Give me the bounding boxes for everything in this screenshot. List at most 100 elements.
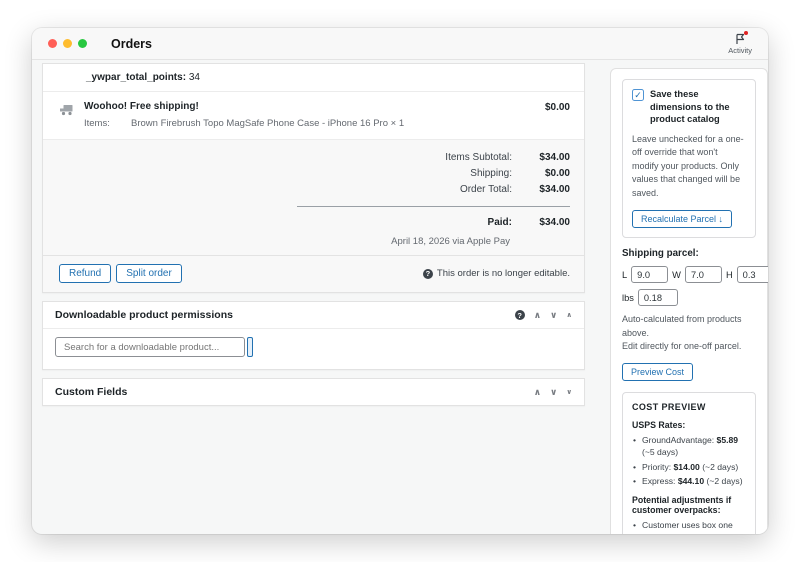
length-label: L [622, 269, 628, 280]
total-row-paid: Paid: $34.00 [57, 215, 570, 231]
collapse-panel-icon[interactable]: ∧ [566, 312, 572, 319]
rate-item: GroundAdvantage: $5.89 (~5 days) [632, 434, 746, 459]
shipping-line-row: Woohoo! Free shipping! Items: Brown Fire… [43, 92, 584, 139]
total-label: Order Total: [459, 184, 512, 195]
save-dimensions-box: ✓ Save these dimensions to the product c… [622, 79, 756, 239]
total-row-order-total: Order Total: $34.00 [57, 182, 570, 198]
parcel-weight-row: lbs [622, 289, 756, 307]
rate-price: $5.89 [716, 434, 739, 445]
rate-eta: (~2 days) [704, 476, 743, 486]
meta-key: _ywpar_total_points: [86, 72, 187, 83]
total-value: $34.00 [539, 184, 570, 195]
usps-rates-title: USPS Rates: [632, 419, 686, 430]
move-up-icon[interactable]: ∧ [534, 310, 541, 320]
rate-item: Express: $44.10 (~2 days) [632, 475, 746, 488]
weight-label: lbs [622, 292, 634, 303]
total-value: $34.00 [539, 152, 570, 163]
cost-preview-box: COST PREVIEW USPS Rates: GroundAdvantage… [622, 391, 756, 534]
adjustment-text: Customer uses box one size up: $5.89 [642, 520, 733, 534]
parcel-note-line1: Auto-calculated from products above. [622, 314, 742, 338]
downloadable-search-input[interactable] [55, 337, 245, 357]
rate-item: Priority: $14.00 (~2 days) [632, 461, 746, 474]
refund-button[interactable]: Refund [59, 264, 112, 283]
close-window-button[interactable] [48, 39, 57, 48]
window-title: Orders [111, 36, 152, 51]
window-titlebar: Orders Activity [32, 28, 768, 60]
parcel-dimensions-row: L W H [622, 266, 768, 284]
move-down-icon[interactable]: ∨ [550, 310, 557, 320]
rate-price: $44.10 [677, 476, 705, 486]
order-locked-note: ? This order is no longer editable. [422, 268, 570, 279]
rate-name: Express: [642, 476, 678, 486]
rate-name: GroundAdvantage: [642, 434, 717, 445]
recalculate-parcel-button[interactable]: Recalculate Parcel ↓ [632, 210, 733, 229]
shipping-line-body: Woohoo! Free shipping! Items: Brown Fire… [84, 101, 545, 129]
adjustments-title: Potential adjustments if customer overpa… [632, 495, 732, 516]
custom-fields-header: Custom Fields ∧ ∨ ∨ [43, 379, 584, 405]
paid-date: April 18, 2026 via Apple Pay [391, 236, 510, 247]
parcel-note: Auto-calculated from products above. Edi… [622, 313, 756, 354]
shipping-sidebar-card: ✓ Save these dimensions to the product c… [610, 68, 768, 534]
order-footer: Refund Split order ? This order is no lo… [43, 255, 584, 292]
height-input[interactable] [736, 266, 768, 284]
orders-window: Orders Activity _ywpar_total_points: 34 … [32, 28, 768, 534]
usps-rates-list: GroundAdvantage: $5.89 (~5 days) Priorit… [632, 434, 746, 488]
move-up-icon[interactable]: ∧ [534, 387, 541, 397]
search-input-accent [247, 337, 253, 357]
paid-label: Paid: [487, 217, 512, 228]
traffic-lights [48, 39, 87, 48]
expand-panel-icon[interactable]: ∨ [566, 389, 572, 396]
help-icon: ? [422, 268, 433, 279]
zoom-window-button[interactable] [78, 39, 87, 48]
help-icon[interactable]: ? [514, 310, 525, 320]
adjustments-list: Customer uses box one size up: $5.89 Cus… [632, 519, 746, 534]
parcel-note-line2: Edit directly for one-off parcel. [622, 341, 742, 352]
shipping-truck-icon [59, 103, 75, 129]
total-row-shipping: Shipping: $0.00 [57, 166, 570, 182]
downloadable-panel-title: Downloadable product permissions [55, 309, 233, 321]
custom-fields-title: Custom Fields [55, 386, 128, 398]
items-label: Items: [84, 118, 110, 129]
order-totals: Items Subtotal: $34.00 Shipping: $0.00 O… [43, 139, 584, 255]
weight-input[interactable] [637, 289, 678, 307]
rate-eta: (~5 days) [642, 447, 679, 458]
shipping-line-items: Items: Brown Firebrush Topo MagSafe Phon… [84, 118, 545, 129]
total-value: $0.00 [544, 168, 570, 179]
shipping-sidebar: ✓ Save these dimensions to the product c… [610, 68, 768, 534]
meta-value: 34 [188, 72, 200, 83]
total-row-subtotal: Items Subtotal: $34.00 [57, 150, 570, 166]
preview-cost-button[interactable]: Preview Cost [622, 362, 694, 381]
rate-name: Priority: [642, 461, 674, 472]
length-input[interactable] [631, 266, 669, 284]
save-dimensions-label[interactable]: Save these dimensions to the product cat… [650, 88, 746, 126]
total-label: Items Subtotal: [445, 152, 512, 163]
custom-fields-panel: Custom Fields ∧ ∨ ∨ [42, 378, 585, 406]
shipping-line-title: Woohoo! Free shipping! [84, 101, 199, 112]
shipping-parcel-title: Shipping parcel: [622, 248, 699, 260]
downloadable-panel-body [43, 329, 584, 369]
order-locked-text: This order is no longer editable. [436, 268, 570, 279]
activity-label: Activity [728, 45, 752, 55]
order-items-panel: _ywpar_total_points: 34 Woohoo! Free shi… [42, 63, 585, 293]
save-dimensions-checkbox[interactable]: ✓ [632, 89, 644, 101]
move-down-icon[interactable]: ∨ [550, 387, 557, 397]
minimize-window-button[interactable] [63, 39, 72, 48]
cost-preview-title: COST PREVIEW [632, 401, 706, 412]
rate-price: $14.00 [673, 461, 700, 472]
save-dimensions-description: Leave unchecked for a one-off override t… [632, 133, 744, 198]
split-order-button[interactable]: Split order [116, 264, 182, 283]
width-label: W [672, 269, 681, 280]
activity-button[interactable]: Activity [728, 30, 752, 55]
activity-flag-icon [734, 30, 749, 45]
main-column: _ywpar_total_points: 34 Woohoo! Free shi… [42, 63, 585, 406]
order-meta-row: _ywpar_total_points: 34 [43, 64, 584, 92]
total-label: Shipping: [470, 168, 512, 179]
paid-value: $34.00 [539, 217, 570, 228]
shipping-line-amount: $0.00 [544, 102, 570, 113]
height-label: H [725, 269, 733, 280]
items-text: Brown Firebrush Topo MagSafe Phone Case … [131, 118, 405, 129]
downloadable-permissions-panel: Downloadable product permissions ? ∧ ∨ ∧ [42, 301, 585, 370]
rate-eta: (~2 days) [699, 461, 739, 472]
width-input[interactable] [684, 266, 722, 284]
custom-fields-header-icons: ∧ ∨ ∨ [534, 387, 572, 397]
